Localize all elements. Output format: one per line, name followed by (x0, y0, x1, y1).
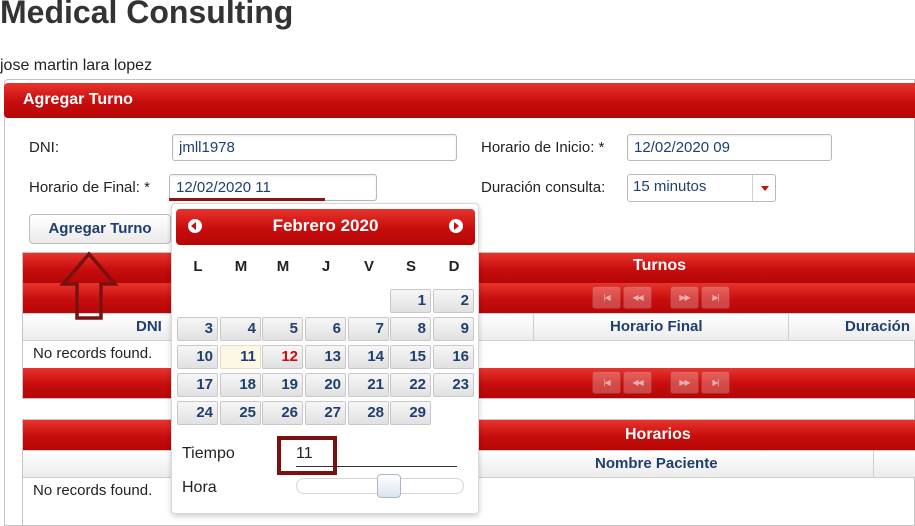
calendar-day[interactable]: 27 (305, 401, 346, 425)
next-page-button[interactable]: ▶▶ (670, 371, 699, 394)
calendar-day[interactable]: 10 (177, 345, 218, 369)
prev-page-button[interactable]: ◀◀ (623, 371, 652, 394)
calendar-day[interactable]: 1 (390, 289, 431, 313)
required-marker: * (598, 139, 605, 156)
horario-inicio-label: Horario de Inicio: * (481, 139, 604, 156)
column-header-dni[interactable]: DNI (136, 318, 162, 335)
calendar-day[interactable]: 11 (220, 345, 261, 369)
calendar-day[interactable]: 15 (390, 345, 431, 369)
weekday-header: S (405, 258, 416, 275)
column-header-nombre-paciente[interactable]: Nombre Paciente (595, 455, 718, 472)
horarios-empty-message: No records found. (33, 482, 153, 499)
calendar-day[interactable]: 20 (305, 373, 346, 397)
calendar-day[interactable]: 25 (220, 401, 261, 425)
weekday-header: J (321, 258, 331, 275)
calendar-day[interactable]: 22 (390, 373, 431, 397)
turnos-title: Turnos (633, 257, 687, 274)
calendar-day[interactable]: 18 (220, 373, 261, 397)
last-page-button[interactable]: ▶| (701, 286, 730, 309)
calendar-day[interactable]: 29 (390, 401, 431, 425)
horario-final-label: Horario de Final: * (29, 179, 150, 196)
prev-page-button[interactable]: ◀◀ (623, 286, 652, 309)
calendar-day[interactable]: 19 (262, 373, 303, 397)
first-page-button[interactable]: |◀ (592, 371, 621, 394)
calendar-day[interactable]: 9 (433, 317, 474, 341)
highlight-box (277, 436, 337, 475)
chevron-right-icon[interactable] (449, 219, 463, 233)
up-arrow-annotation (59, 251, 119, 320)
calendar-day[interactable]: 6 (305, 317, 346, 341)
horarios-title: Horarios (625, 426, 691, 443)
hora-label: Hora (182, 479, 217, 496)
calendar-day[interactable]: 2 (433, 289, 474, 313)
duracion-select-value: 15 minutos (633, 178, 707, 195)
calendar-day[interactable]: 16 (433, 345, 474, 369)
weekday-header: D (448, 258, 460, 275)
calendar-day[interactable]: 26 (262, 401, 303, 425)
horario-final-label-text: Horario de Final: (29, 179, 140, 196)
column-header-duracion[interactable]: Duración (845, 318, 910, 335)
calendar-day[interactable]: 14 (348, 345, 389, 369)
calendar-day[interactable]: 3 (177, 317, 218, 341)
calendar-day[interactable]: 28 (348, 401, 389, 425)
calendar-day[interactable]: 24 (177, 401, 218, 425)
panel-title: Agregar Turno (23, 91, 133, 108)
horario-inicio-input[interactable] (627, 134, 832, 161)
duracion-label: Duración consulta: (481, 179, 606, 196)
tiempo-label: Tiempo (182, 445, 235, 462)
horario-final-input[interactable] (169, 174, 377, 201)
required-marker: * (144, 179, 150, 196)
calendar-day[interactable]: 21 (348, 373, 389, 397)
weekday-header: L (193, 258, 203, 275)
calendar-day[interactable]: 23 (433, 373, 474, 397)
column-separator (873, 451, 874, 477)
dni-label: DNI: (29, 139, 59, 156)
horario-inicio-label-text: Horario de Inicio: (481, 139, 595, 156)
panel-header (4, 83, 915, 118)
calendar-day[interactable]: 7 (348, 317, 389, 341)
hora-slider-handle[interactable] (377, 474, 401, 498)
column-separator (788, 314, 789, 340)
weekday-header: V (363, 258, 374, 275)
input-focus-underline (169, 198, 325, 201)
page-title: Medical Consulting (0, 0, 294, 30)
calendar-day[interactable]: 4 (220, 317, 261, 341)
calendar-day[interactable]: 17 (177, 373, 218, 397)
weekday-header: M (276, 258, 290, 275)
datepicker-month-label: Febrero 2020 (272, 216, 379, 235)
column-header-horario-final[interactable]: Horario Final (610, 318, 703, 335)
calendar-day[interactable]: 8 (390, 317, 431, 341)
next-page-button[interactable]: ▶▶ (670, 286, 699, 309)
last-page-button[interactable]: ▶| (701, 371, 730, 394)
column-separator (533, 314, 534, 340)
calendar-day[interactable]: 5 (262, 317, 303, 341)
user-name: jose martin lara lopez (0, 57, 153, 74)
first-page-button[interactable]: |◀ (592, 286, 621, 309)
calendar-day[interactable]: 12 (262, 345, 303, 369)
turnos-empty-message: No records found. (33, 345, 153, 362)
dni-input[interactable] (172, 134, 457, 161)
chevron-down-icon[interactable] (752, 175, 775, 201)
agregar-turno-button[interactable]: Agregar Turno (29, 214, 171, 244)
weekday-header: M (234, 258, 248, 275)
calendar-day[interactable]: 13 (305, 345, 346, 369)
